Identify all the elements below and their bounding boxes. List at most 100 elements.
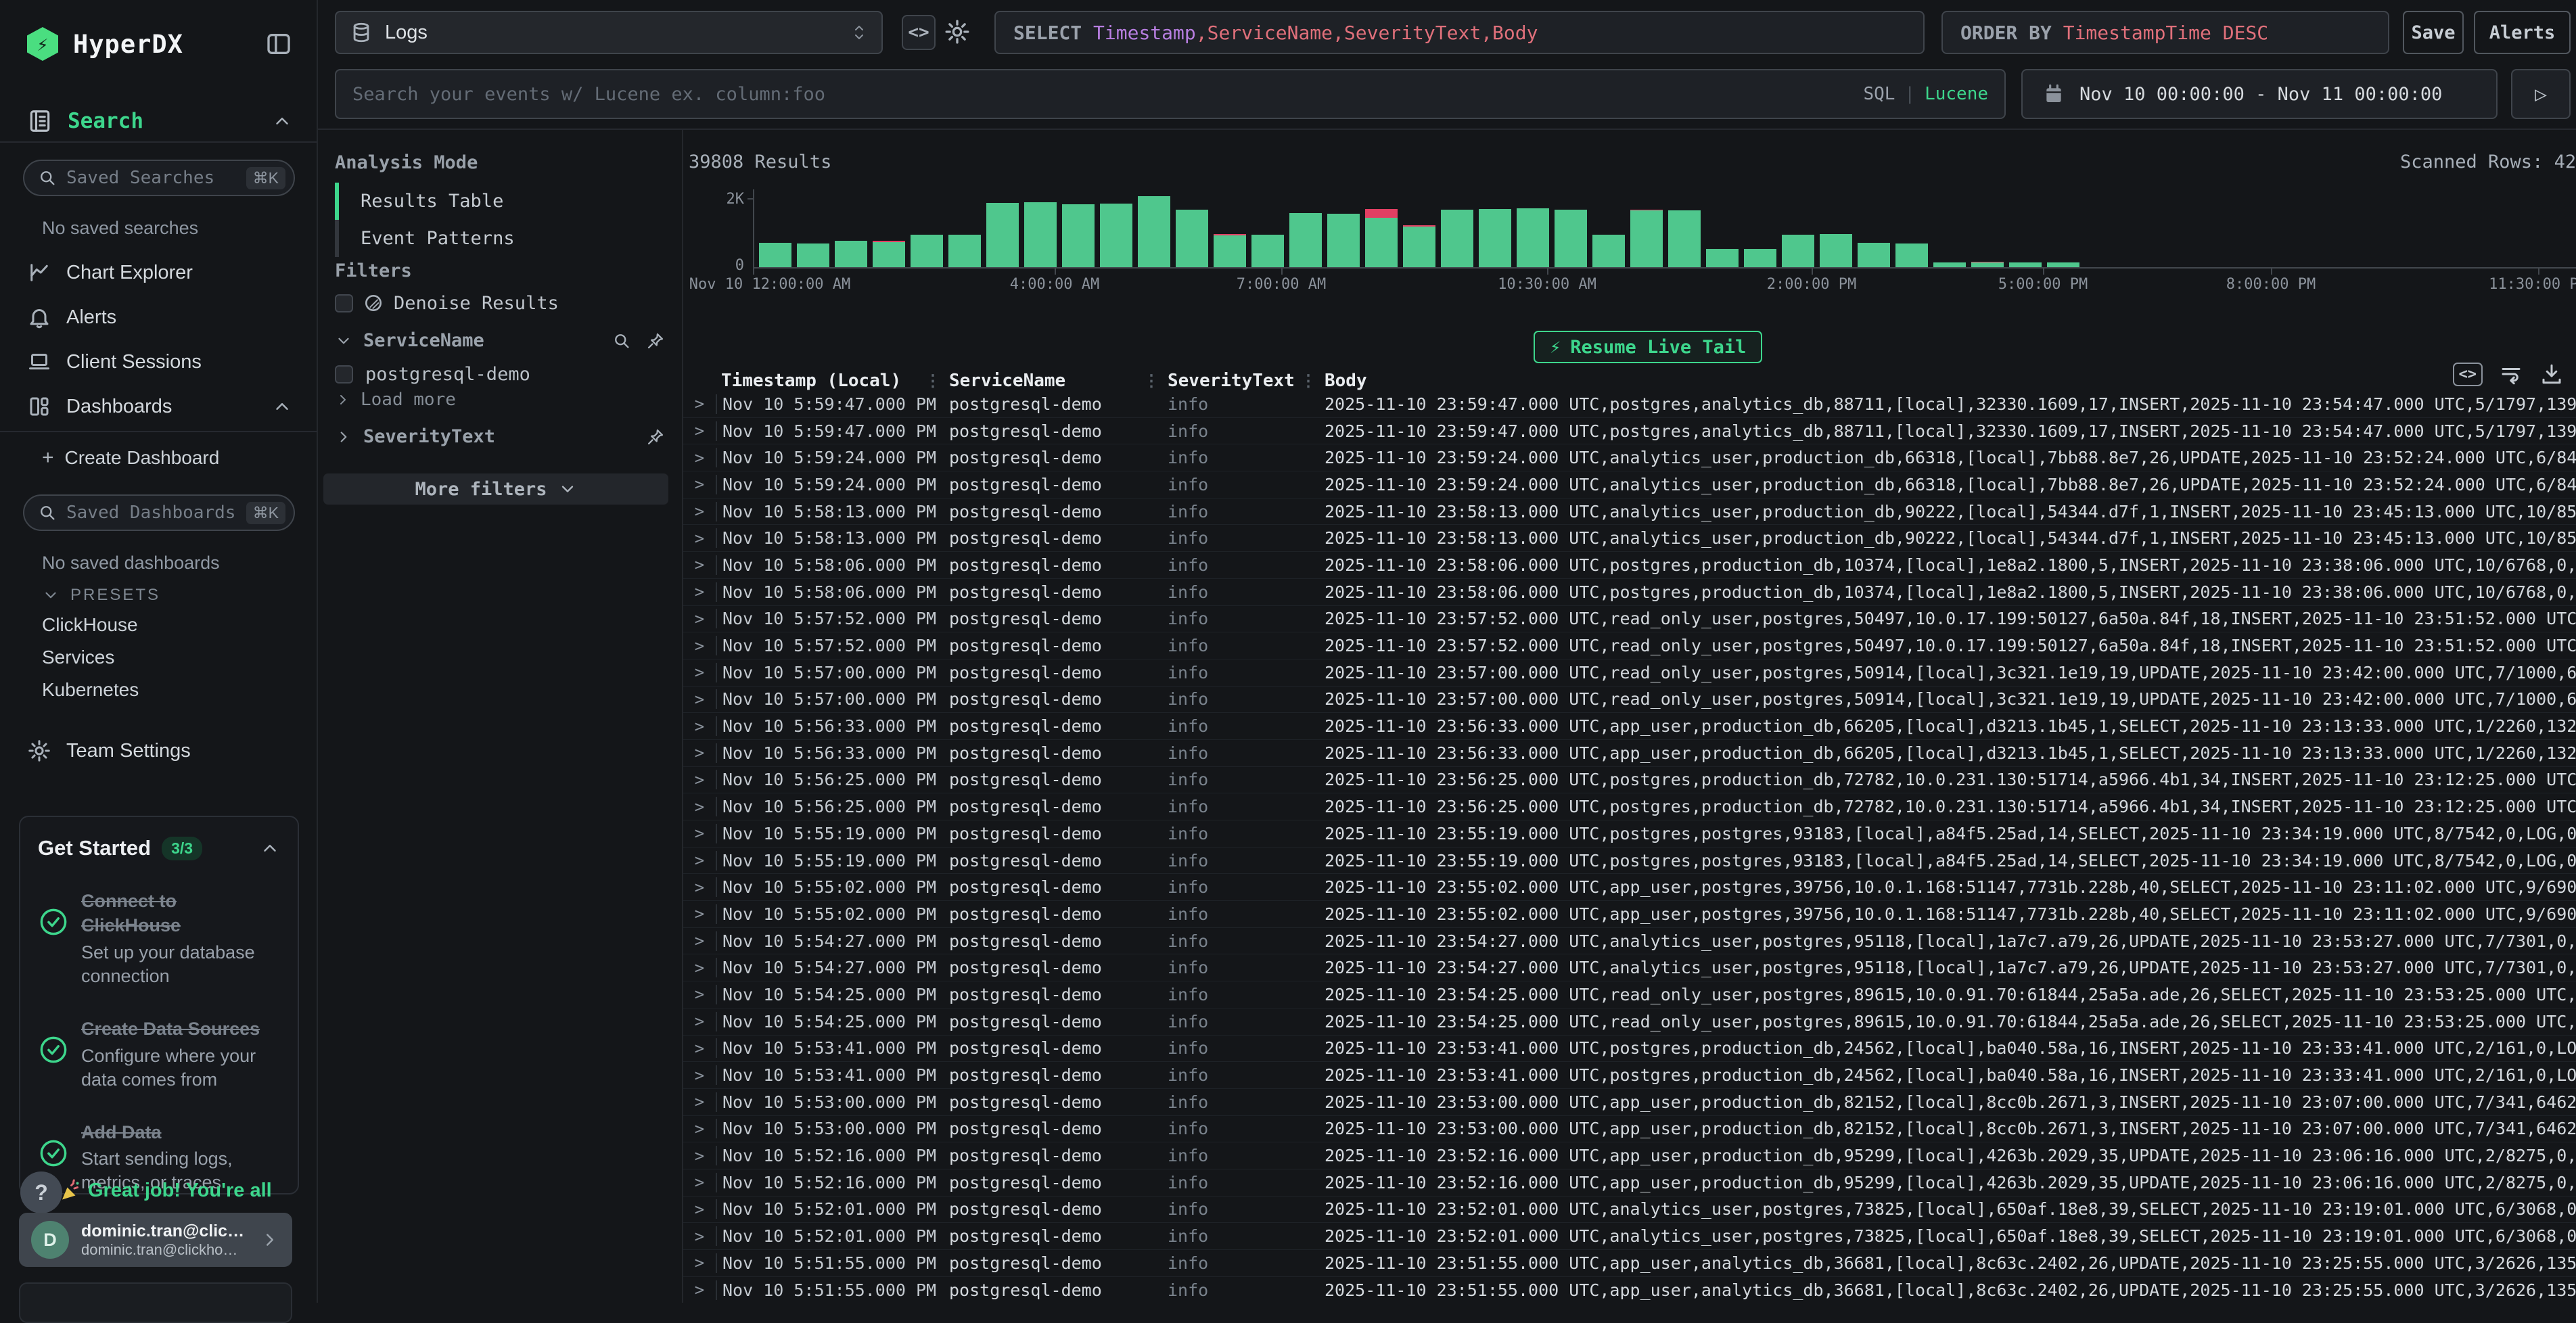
- log-row[interactable]: >Nov 10 5:54:25.000 PMpostgresql-demoinf…: [683, 981, 2576, 1008]
- histogram-bar[interactable]: [1782, 235, 1814, 267]
- log-row[interactable]: >Nov 10 5:58:06.000 PMpostgresql-demoinf…: [683, 552, 2576, 579]
- get-started-item[interactable]: Connect to ClickHouseSet up your databas…: [38, 889, 280, 988]
- log-row[interactable]: >Nov 10 5:56:33.000 PMpostgresql-demoinf…: [683, 713, 2576, 740]
- load-more-button[interactable]: Load more: [335, 390, 456, 410]
- postgresql-demo-checkbox[interactable]: [335, 365, 353, 384]
- histogram-bar[interactable]: [2047, 262, 2079, 267]
- expand-row-icon[interactable]: >: [683, 851, 716, 870]
- histogram-bar[interactable]: [2009, 262, 2042, 267]
- histogram-bar[interactable]: [1933, 262, 1966, 267]
- column-header-severitytext[interactable]: SeverityText⋮: [1162, 371, 1319, 391]
- expand-row-icon[interactable]: >: [683, 663, 716, 682]
- pin-icon[interactable]: [646, 427, 665, 446]
- expand-row-icon[interactable]: >: [683, 878, 716, 897]
- pin-icon[interactable]: [646, 331, 665, 350]
- sidebar-collapse-icon[interactable]: [265, 30, 292, 57]
- histogram-bar[interactable]: [1062, 204, 1095, 267]
- expand-row-icon[interactable]: >: [683, 1227, 716, 1246]
- expand-row-icon[interactable]: >: [683, 1200, 716, 1219]
- log-row[interactable]: >Nov 10 5:57:52.000 PMpostgresql-demoinf…: [683, 632, 2576, 659]
- expand-row-icon[interactable]: >: [683, 529, 716, 548]
- chevron-up-icon[interactable]: [272, 396, 292, 417]
- sidebar-item-team-settings[interactable]: Team Settings: [27, 732, 292, 770]
- histogram-bar[interactable]: [1024, 202, 1057, 267]
- log-row[interactable]: >Nov 10 5:53:41.000 PMpostgresql-demoinf…: [683, 1062, 2576, 1089]
- column-resize-handle[interactable]: ⋮: [1300, 371, 1315, 390]
- log-row[interactable]: >Nov 10 5:54:25.000 PMpostgresql-demoinf…: [683, 1008, 2576, 1036]
- histogram-bar[interactable]: [759, 243, 791, 267]
- expand-row-icon[interactable]: >: [683, 502, 716, 521]
- histogram-bar[interactable]: [1214, 234, 1246, 267]
- histogram-bar[interactable]: [1744, 249, 1776, 267]
- expand-row-icon[interactable]: >: [683, 743, 716, 762]
- column-resize-handle[interactable]: ⋮: [925, 371, 940, 390]
- log-row[interactable]: >Nov 10 5:52:01.000 PMpostgresql-demoinf…: [683, 1197, 2576, 1224]
- expand-row-icon[interactable]: >: [683, 609, 716, 628]
- histogram-bar[interactable]: [1176, 210, 1208, 267]
- histogram-bar[interactable]: [1668, 210, 1701, 267]
- tab-event-patterns[interactable]: Event Patterns: [335, 220, 665, 257]
- histogram-bar[interactable]: [1479, 209, 1511, 267]
- chevron-up-icon[interactable]: [260, 838, 280, 858]
- search-bar[interactable]: SQL | Lucene: [335, 69, 2006, 119]
- histogram-bar[interactable]: [1630, 210, 1663, 267]
- expand-row-icon[interactable]: >: [683, 421, 716, 440]
- get-started-item[interactable]: Create Data SourcesConfigure where your …: [38, 1017, 280, 1092]
- expand-row-icon[interactable]: >: [683, 394, 716, 413]
- histogram-bar[interactable]: [1327, 214, 1360, 267]
- expand-row-icon[interactable]: >: [683, 1066, 716, 1085]
- source-select[interactable]: Logs: [335, 11, 883, 54]
- more-filters-button[interactable]: More filters: [323, 473, 668, 505]
- expand-row-icon[interactable]: >: [683, 770, 716, 789]
- resume-live-tail-button[interactable]: ⚡ Resume Live Tail: [1534, 331, 1762, 363]
- sidebar-item-dashboards[interactable]: Dashboards: [27, 388, 292, 425]
- expand-row-icon[interactable]: >: [683, 1119, 716, 1138]
- expand-row-icon[interactable]: >: [683, 1092, 716, 1111]
- histogram-bar[interactable]: [911, 235, 943, 267]
- sidebar-item-alerts[interactable]: Alerts: [27, 298, 292, 336]
- log-row[interactable]: >Nov 10 5:57:52.000 PMpostgresql-demoinf…: [683, 606, 2576, 633]
- sidebar-item-client-sessions[interactable]: Client Sessions: [27, 343, 292, 381]
- filter-option-postgresql-demo[interactable]: postgresql-demo: [335, 364, 665, 385]
- presets-header[interactable]: PRESETS: [42, 586, 160, 605]
- log-row[interactable]: >Nov 10 5:58:06.000 PMpostgresql-demoinf…: [683, 579, 2576, 606]
- histogram-bar[interactable]: [1895, 243, 1928, 267]
- histogram-bar[interactable]: [948, 235, 981, 267]
- column-resize-handle[interactable]: ⋮: [1143, 371, 1158, 390]
- log-row[interactable]: >Nov 10 5:51:55.000 PMpostgresql-demoinf…: [683, 1250, 2576, 1277]
- expand-row-icon[interactable]: >: [683, 1012, 716, 1031]
- histogram-bar[interactable]: [1971, 262, 2004, 267]
- denoise-results-row[interactable]: Denoise Results: [335, 292, 665, 314]
- histogram-bar[interactable]: [1365, 209, 1398, 267]
- log-row[interactable]: >Nov 10 5:52:01.000 PMpostgresql-demoinf…: [683, 1223, 2576, 1250]
- histogram-bar[interactable]: [986, 203, 1019, 267]
- log-row[interactable]: >Nov 10 5:58:13.000 PMpostgresql-demoinf…: [683, 525, 2576, 552]
- sql-toggle[interactable]: SQL: [1863, 84, 1895, 104]
- log-row[interactable]: >Nov 10 5:53:41.000 PMpostgresql-demoinf…: [683, 1036, 2576, 1063]
- log-row[interactable]: >Nov 10 5:54:27.000 PMpostgresql-demoinf…: [683, 928, 2576, 955]
- column-header-servicename[interactable]: ServiceName⋮: [944, 371, 1162, 391]
- expand-row-icon[interactable]: >: [683, 797, 716, 816]
- log-row[interactable]: >Nov 10 5:55:02.000 PMpostgresql-demoinf…: [683, 901, 2576, 928]
- expand-row-icon[interactable]: >: [683, 904, 716, 923]
- expand-row-icon[interactable]: >: [683, 582, 716, 601]
- column-header-body[interactable]: Body: [1319, 371, 2576, 391]
- histogram-bar[interactable]: [797, 243, 829, 267]
- expand-row-icon[interactable]: >: [683, 448, 716, 467]
- expand-row-icon[interactable]: >: [683, 1253, 716, 1272]
- expand-row-icon[interactable]: >: [683, 690, 716, 709]
- log-row[interactable]: >Nov 10 5:55:19.000 PMpostgresql-demoinf…: [683, 820, 2576, 848]
- create-dashboard-button[interactable]: + Create Dashboard: [42, 446, 219, 469]
- tab-results-table[interactable]: Results Table: [335, 183, 665, 220]
- filter-section-servicename[interactable]: ServiceName: [335, 330, 665, 351]
- log-row[interactable]: >Nov 10 5:58:13.000 PMpostgresql-demoinf…: [683, 498, 2576, 526]
- log-row[interactable]: >Nov 10 5:52:16.000 PMpostgresql-demoinf…: [683, 1169, 2576, 1197]
- histogram-bar[interactable]: [1100, 204, 1132, 267]
- histogram-bar[interactable]: [835, 241, 867, 267]
- histogram-bar[interactable]: [1820, 234, 1852, 267]
- log-row[interactable]: >Nov 10 5:56:25.000 PMpostgresql-demoinf…: [683, 767, 2576, 794]
- log-row[interactable]: >Nov 10 5:59:24.000 PMpostgresql-demoinf…: [683, 444, 2576, 471]
- search-input[interactable]: [352, 84, 1852, 105]
- preset-services[interactable]: Services: [42, 647, 114, 668]
- expand-row-icon[interactable]: >: [683, 1146, 716, 1165]
